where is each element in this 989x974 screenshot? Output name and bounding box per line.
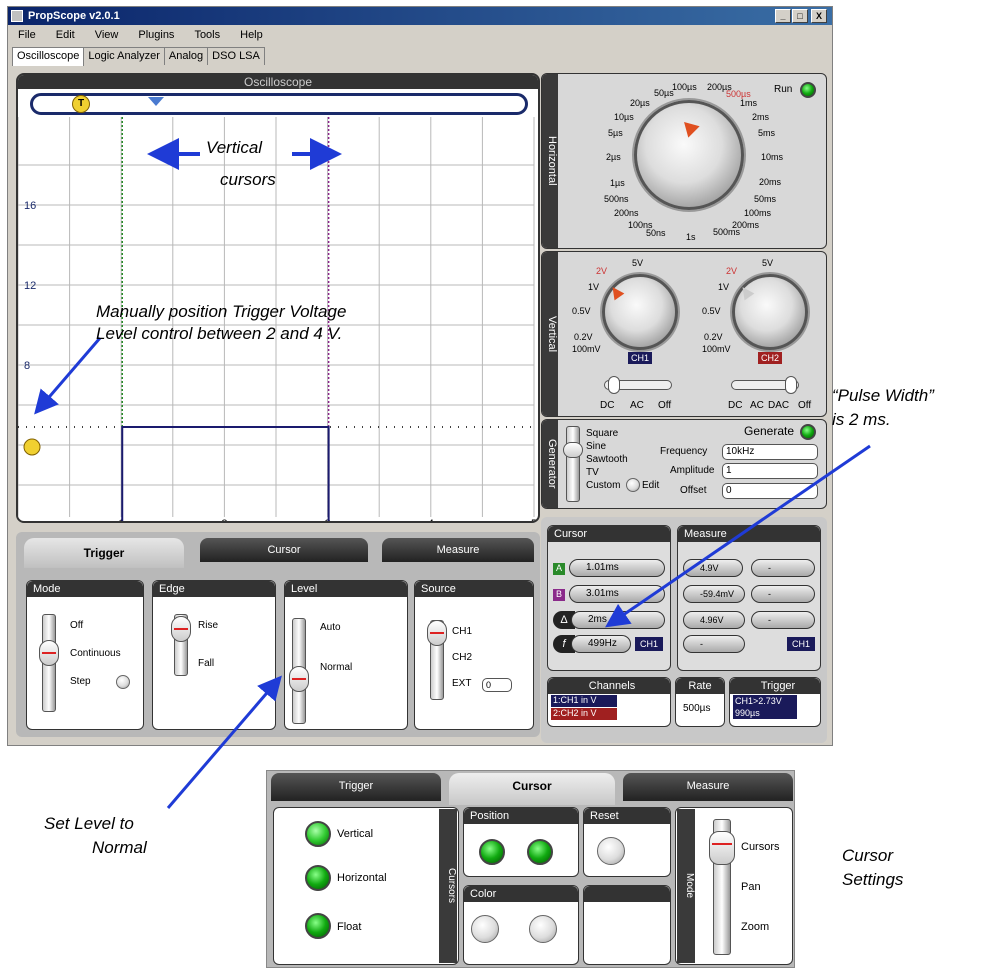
annotation-manual-trigger: Manually position Trigger Voltage bbox=[96, 302, 347, 321]
annotation-vertical-cursors: cursors bbox=[220, 170, 276, 189]
annotation-arrows bbox=[34, 138, 871, 809]
annotation-manual-trigger: Level control between 2 and 4 V. bbox=[96, 324, 343, 343]
annotation-cursor-settings: Cursor bbox=[842, 846, 894, 865]
annotation-pulse-width: is 2 ms. bbox=[832, 410, 891, 429]
pulse-width-arrow bbox=[605, 444, 871, 628]
annotation-pulse-width: “Pulse Width” bbox=[832, 386, 934, 405]
annotation-vertical-cursors: Vertical bbox=[206, 138, 263, 157]
level-normal-arrow bbox=[166, 675, 282, 809]
annotation-set-level: Set Level to bbox=[44, 814, 134, 833]
annotation-set-level: Normal bbox=[92, 838, 147, 857]
trigger-level-arrow bbox=[34, 337, 102, 415]
annotation-cursor-settings: Settings bbox=[842, 870, 904, 889]
